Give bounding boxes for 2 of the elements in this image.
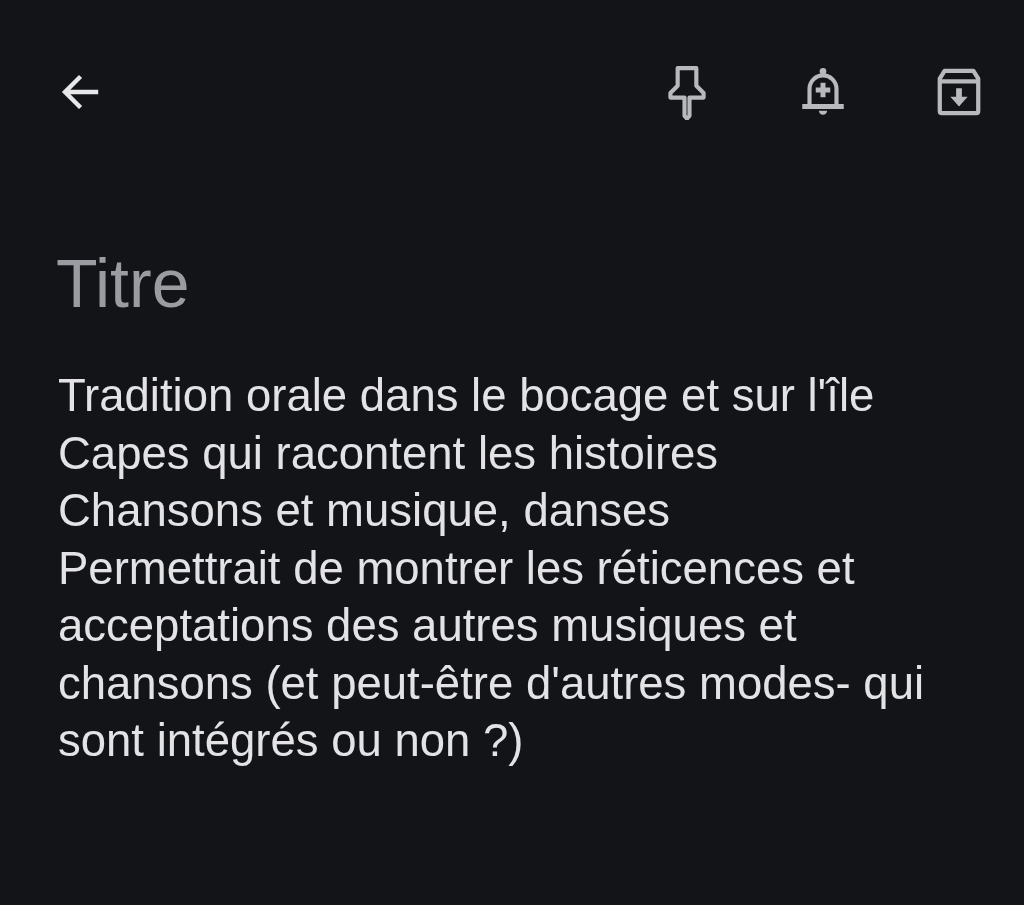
title-field[interactable]: Titre — [56, 243, 656, 323]
note-text-field[interactable]: Tradition orale dans le bocage et sur l'île Capes qui racontent les histoires Chansons et musique, danses Permettrait de montrer les réticences et acceptations des autres musiques et chansons (et peut-être d'autres modes- qui sont intégrés ou non ?) — [58, 367, 993, 770]
